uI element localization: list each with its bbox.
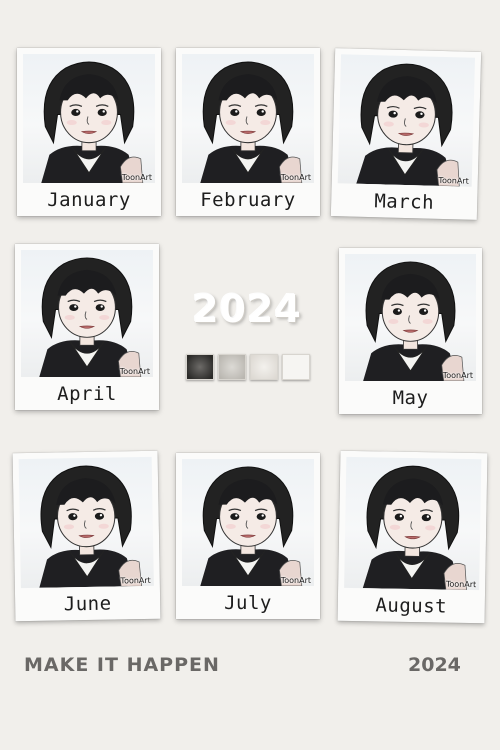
- watermark: ToonArt: [280, 173, 311, 182]
- portrait-illustration: [363, 261, 465, 381]
- month-label-june: June: [63, 592, 112, 616]
- footer-year: 2024: [408, 654, 461, 676]
- year-heading: 2024: [192, 287, 302, 331]
- month-label-july: July: [224, 592, 272, 614]
- month-label-february: February: [200, 189, 296, 211]
- watermark: ToonArt: [121, 173, 152, 182]
- month-label-may: May: [392, 387, 429, 409]
- portrait-photo: ToonArt: [18, 456, 154, 589]
- tagline: MAKE IT HAPPEN: [24, 654, 220, 676]
- photo-card-may: ToonArt May: [339, 248, 482, 414]
- portrait-photo: ToonArt: [182, 54, 314, 183]
- watermark: ToonArt: [119, 367, 150, 376]
- watermark: ToonArt: [442, 371, 473, 380]
- photo-card-june: ToonArt June: [12, 450, 161, 622]
- month-label-january: January: [47, 189, 131, 211]
- month-label-april: April: [57, 383, 117, 405]
- watermark: ToonArt: [445, 579, 477, 590]
- portrait-illustration: [200, 466, 303, 586]
- color-swatch-1: [186, 354, 214, 380]
- portrait-photo: ToonArt: [344, 456, 482, 591]
- portrait-photo: ToonArt: [21, 250, 153, 377]
- month-label-march: March: [374, 190, 435, 214]
- portrait-illustration: [362, 465, 468, 591]
- watermark: ToonArt: [120, 575, 151, 586]
- color-swatch-2: [218, 354, 246, 380]
- watermark: ToonArt: [438, 175, 469, 186]
- portrait-photo: ToonArt: [337, 54, 476, 187]
- portrait-illustration: [39, 465, 143, 588]
- photo-card-february: ToonArt February: [176, 48, 320, 216]
- portrait-illustration: [356, 63, 460, 187]
- portrait-photo: ToonArt: [23, 54, 155, 183]
- portrait-photo: ToonArt: [345, 254, 476, 381]
- photo-card-july: ToonArt July: [176, 453, 320, 619]
- photo-card-march: ToonArt March: [330, 48, 482, 220]
- portrait-photo: ToonArt: [182, 459, 314, 586]
- portrait-illustration: [39, 257, 142, 377]
- photo-card-august: ToonArt August: [337, 450, 488, 624]
- color-swatch-3: [250, 354, 278, 380]
- portrait-illustration: [41, 61, 144, 183]
- photo-card-april: ToonArt April: [15, 244, 159, 410]
- watermark: ToonArt: [280, 576, 311, 585]
- photo-card-january: ToonArt January: [17, 48, 161, 216]
- color-swatch-4: [282, 354, 310, 380]
- month-label-august: August: [375, 594, 448, 618]
- portrait-illustration: [200, 61, 303, 183]
